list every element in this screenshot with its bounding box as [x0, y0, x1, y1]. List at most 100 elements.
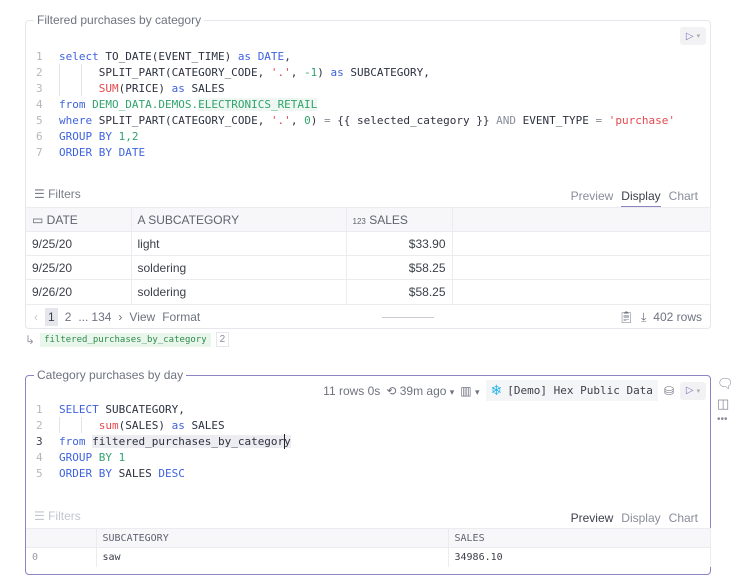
code-token: BY — [98, 451, 119, 464]
number-type-icon: 123 — [352, 216, 366, 226]
tab-display[interactable]: Display — [621, 189, 661, 208]
code-line: SPLIT_PART(CATEGORY_CODE, '.', -1) as SU… — [59, 66, 430, 79]
cell-subcategory: saw — [96, 547, 449, 567]
filters-button[interactable]: ☰ Filters — [34, 509, 81, 523]
text-type-icon: A — [137, 212, 149, 227]
code-token: ELECTRONICS_RETAIL — [198, 98, 318, 111]
code-token: SALES — [118, 467, 159, 480]
indent-guide — [59, 64, 60, 80]
results-table: ▭ DATE A SUBCATEGORY 123 SALES 9/25/20 li… — [26, 207, 711, 304]
code-line: sum(SALES) as SALES — [59, 419, 225, 432]
output-tabs: Preview Display Chart — [570, 189, 698, 208]
reference-count[interactable]: 2 — [215, 332, 230, 347]
code-token: as — [171, 419, 192, 432]
sql-editor[interactable]: 1 SELECT SUBCATEGORY, 2 sum(SALES) as SALE… — [26, 403, 710, 503]
line-number: 4 — [36, 451, 43, 464]
code-token: from — [59, 435, 93, 448]
view-button[interactable]: View — [129, 310, 155, 324]
line-number: 1 — [36, 50, 43, 63]
format-button[interactable]: Format — [162, 310, 200, 324]
code-token: from — [59, 98, 93, 111]
code-token: TO_DATE(EVENT_TIME) — [105, 50, 238, 63]
database-icon[interactable]: ⛁ — [664, 384, 674, 398]
code-token: where — [59, 114, 99, 127]
tab-chart[interactable]: Chart — [669, 511, 698, 529]
table-options-icon[interactable]: ▥ ▾ — [460, 384, 479, 398]
code-token: AND — [496, 114, 523, 127]
code-token: SUBCATEGORY, — [105, 403, 185, 416]
cell-title[interactable]: Filtered purchases by category — [34, 13, 205, 27]
layout-icon[interactable]: ◫ — [717, 396, 729, 412]
tab-display[interactable]: Display — [621, 511, 660, 529]
code-token: as — [171, 82, 192, 95]
column-header-subcategory[interactable]: SUBCATEGORY — [96, 528, 449, 548]
column-header-date[interactable]: ▭ DATE — [26, 207, 132, 232]
code-token: '.' — [270, 66, 291, 79]
last-run-label: 39m ago — [399, 383, 447, 398]
chevron-down-icon: ▾ — [696, 387, 701, 395]
cell-index: 0 — [26, 547, 97, 567]
code-line: SUM(PRICE) as SALES — [59, 82, 225, 95]
filters-button[interactable]: ☰ Filters — [34, 187, 81, 201]
copy-icon[interactable]: 📋︎ — [619, 310, 634, 324]
run-status: 11 rows 0s — [323, 383, 381, 398]
tab-preview[interactable]: Preview — [571, 189, 614, 207]
line-number: 4 — [36, 98, 43, 111]
code-line: GROUP BY 1 — [59, 451, 125, 464]
line-number: 6 — [36, 130, 43, 143]
code-line: ORDER BY SALES DESC — [59, 467, 185, 480]
cell-date: 9/25/20 — [26, 231, 132, 256]
run-button[interactable]: ▷ ▾ — [680, 381, 706, 400]
code-token: 1,2 — [118, 130, 139, 143]
filter-icon: ☰ — [34, 509, 49, 523]
code-token: = — [595, 114, 609, 127]
page-2[interactable]: 2 — [65, 310, 72, 324]
code-token: 0 — [304, 114, 311, 127]
column-label: SUBCATEGORY — [148, 212, 240, 227]
resize-handle[interactable] — [382, 316, 435, 318]
code-token: DESC — [158, 467, 185, 480]
output-variable-chip[interactable]: filtered_purchases_by_category — [40, 332, 211, 347]
sql-editor[interactable]: 1 select TO_DATE(EVENT_TIME) as DATE, 2 SP… — [26, 50, 710, 190]
indent-guide — [81, 80, 82, 96]
cell-sales: $58.25 — [346, 279, 453, 304]
calendar-icon: ▭ — [32, 212, 47, 227]
code-token: {{ selected_category }} — [337, 114, 497, 127]
column-header-sales[interactable]: SALES — [448, 528, 711, 548]
code-token: ) — [310, 114, 324, 127]
filters-label: Filters — [48, 187, 81, 201]
page-1[interactable]: 1 — [45, 308, 58, 326]
tab-chart[interactable]: Chart — [669, 189, 698, 207]
filter-icon: ☰ — [34, 187, 49, 201]
cell-subcategory: soldering — [131, 279, 347, 304]
cell-sales: $33.90 — [346, 231, 453, 256]
code-token: , — [290, 66, 305, 79]
code-token: EVENT_TYPE — [522, 114, 596, 127]
code-token: , — [284, 50, 291, 63]
page-134[interactable]: 134 — [91, 310, 111, 324]
column-header-sales[interactable]: 123 SALES — [346, 207, 453, 232]
filters-label: Filters — [48, 509, 81, 523]
more-options-icon[interactable]: ••• — [717, 414, 728, 425]
next-page-icon[interactable]: › — [118, 310, 122, 324]
connection-selector[interactable]: ❄ [Demo] Hex Public Data — [485, 380, 658, 401]
comment-icon[interactable]: 🗨︎ — [717, 376, 734, 392]
page-ellipsis: ... — [78, 310, 89, 324]
code-token: ORDER BY DATE — [59, 146, 146, 159]
table-header: ▭ DATE A SUBCATEGORY 123 SALES — [26, 207, 711, 232]
cell-title[interactable]: Category purchases by day — [34, 368, 187, 382]
refresh-icon: ⟲ — [386, 383, 397, 398]
download-icon[interactable]: ⤓ — [641, 310, 646, 325]
indent-guide — [59, 80, 60, 96]
code-token: ORDER BY — [59, 467, 119, 480]
code-token: SALES — [191, 82, 225, 95]
run-button[interactable]: ▷ ▾ — [680, 27, 706, 45]
last-run[interactable]: ⟲ 39m ago ▾ — [386, 384, 454, 398]
prev-page-icon[interactable]: ‹ — [34, 310, 38, 324]
column-header-subcategory[interactable]: A SUBCATEGORY — [131, 207, 347, 232]
text-cursor — [284, 434, 285, 449]
results-table: SUBCATEGORY SALES 0 saw 34986.10 — [26, 528, 711, 567]
code-token: SALES — [191, 419, 225, 432]
